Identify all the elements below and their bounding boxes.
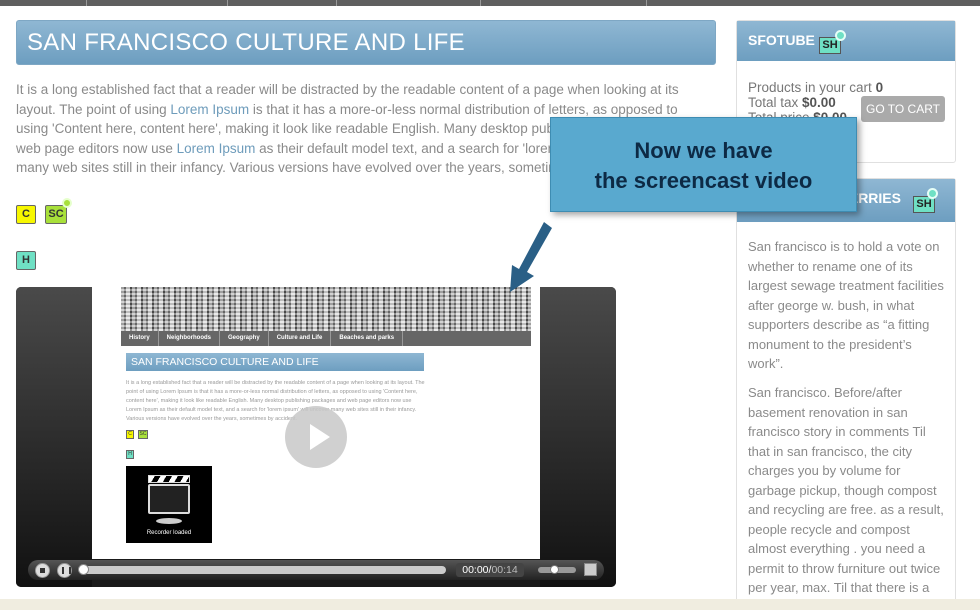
clapper-stripes bbox=[148, 475, 190, 483]
annotation-callout: Now we have the screencast video bbox=[550, 117, 857, 212]
video-nav-item: History bbox=[121, 331, 159, 346]
page-footer-strip bbox=[0, 599, 980, 610]
berries-box: THE CITY OF BERRIES SH San francisco is … bbox=[736, 178, 956, 610]
nav-separator bbox=[480, 0, 481, 6]
seek-handle[interactable] bbox=[78, 564, 89, 575]
video-h-badge: H bbox=[126, 450, 134, 459]
video-page-title-bar: SAN FRANCISCO CULTURE AND LIFE bbox=[126, 353, 424, 371]
volume-handle[interactable] bbox=[550, 565, 559, 574]
cart-box-title: SFOTUBE bbox=[748, 32, 815, 48]
total-tax: Total tax $0.00 bbox=[748, 95, 836, 110]
video-sc-badge: SC bbox=[138, 430, 148, 439]
nav-separator bbox=[86, 0, 87, 6]
callout-line: Now we have bbox=[634, 138, 773, 163]
nav-separator bbox=[336, 0, 337, 6]
clapper-board bbox=[148, 484, 190, 514]
nav-separator bbox=[227, 0, 228, 6]
products-value: 0 bbox=[875, 80, 884, 95]
video-player[interactable]: History Neighborhoods Geography Culture … bbox=[16, 287, 616, 587]
volume-slider[interactable] bbox=[538, 565, 576, 574]
video-nav-item: Neighborhoods bbox=[159, 331, 221, 346]
stop-icon[interactable] bbox=[35, 563, 50, 578]
berries-paragraph: San francisco is to hold a vote on wheth… bbox=[748, 239, 944, 371]
products-in-cart: Products in your cart 0 bbox=[748, 80, 883, 95]
nav-separator bbox=[646, 0, 647, 6]
video-c-badge: C bbox=[126, 430, 134, 439]
seek-bar[interactable] bbox=[78, 564, 446, 575]
top-nav-bar bbox=[0, 0, 980, 6]
h-button[interactable]: H bbox=[16, 251, 36, 270]
cart-box-header: SFOTUBE bbox=[737, 21, 955, 61]
page-title-bar: SAN FRANCISCO CULTURE AND LIFE bbox=[16, 20, 716, 65]
lorem-ipsum-link[interactable]: Lorem Ipsum bbox=[177, 141, 256, 156]
time-total: 00:14 bbox=[491, 564, 518, 576]
video-nav: History Neighborhoods Geography Culture … bbox=[121, 331, 531, 346]
video-page-text: It is a long established fact that a rea… bbox=[126, 380, 425, 422]
video-nav-item: Culture and Life bbox=[269, 331, 332, 346]
video-nav-item: Geography bbox=[220, 331, 269, 346]
video-page-title: SAN FRANCISCO CULTURE AND LIFE bbox=[131, 356, 319, 368]
player-controls: 00:00/00:14 bbox=[28, 560, 604, 580]
c-button[interactable]: C bbox=[16, 205, 36, 224]
lorem-ipsum-link[interactable]: Lorem Ipsum bbox=[170, 102, 249, 117]
player-letterbox-left bbox=[16, 287, 92, 587]
tax-value: $0.00 bbox=[802, 95, 836, 110]
clapper-base bbox=[156, 518, 182, 524]
time-current: 00:00/ bbox=[462, 564, 492, 576]
sh-indicator-icon bbox=[927, 188, 938, 199]
video-city-banner bbox=[121, 287, 531, 331]
callout-arrow-icon bbox=[510, 222, 552, 292]
sc-button[interactable]: SC bbox=[45, 205, 67, 224]
clapper-caption: Recorder loaded bbox=[146, 530, 192, 536]
fullscreen-icon[interactable] bbox=[584, 563, 597, 576]
pause-icon[interactable] bbox=[57, 563, 72, 578]
video-nav-item: Beaches and parks bbox=[331, 331, 404, 346]
time-display: 00:00/00:14 bbox=[456, 563, 524, 577]
player-letterbox-right bbox=[540, 287, 616, 587]
berries-paragraph: San francisco. Before/after basement ren… bbox=[748, 385, 944, 595]
sc-indicator-icon bbox=[62, 198, 72, 208]
tax-label: Total tax bbox=[748, 95, 803, 110]
sh-indicator-icon bbox=[835, 30, 846, 41]
clapperboard-image: Recorder loaded bbox=[126, 466, 212, 543]
products-label: Products in your cart bbox=[748, 80, 876, 95]
play-icon[interactable] bbox=[285, 406, 347, 468]
go-to-cart-button[interactable]: GO TO CART bbox=[861, 96, 945, 122]
page-title: SAN FRANCISCO CULTURE AND LIFE bbox=[27, 29, 465, 56]
callout-line: the screencast video bbox=[594, 168, 813, 193]
